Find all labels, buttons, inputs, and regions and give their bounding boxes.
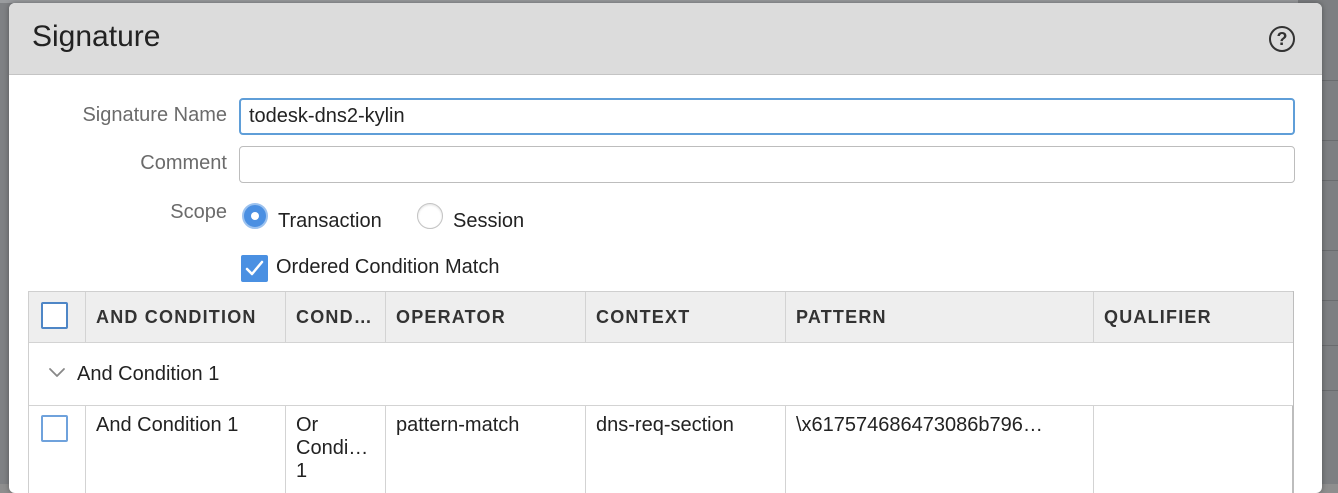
scope-label: Scope bbox=[170, 201, 227, 223]
cell-condition-line: 1 bbox=[296, 460, 308, 482]
comment-input[interactable] bbox=[239, 146, 1295, 183]
row-checkbox[interactable] bbox=[41, 415, 68, 442]
select-all-column bbox=[29, 292, 86, 342]
comment-label: Comment bbox=[140, 152, 227, 174]
row-select-cell bbox=[29, 406, 86, 493]
dialog-header: Signature ? bbox=[9, 3, 1322, 75]
group-label: And Condition 1 bbox=[77, 363, 220, 385]
signature-dialog: Signature ? Signature Name Comment Scope… bbox=[9, 3, 1322, 493]
help-circle-icon[interactable]: ? bbox=[1269, 26, 1295, 52]
signature-name-input[interactable] bbox=[239, 98, 1295, 135]
column-header-operator[interactable]: OPERATOR bbox=[386, 292, 586, 342]
column-header-pattern[interactable]: PATTERN bbox=[786, 292, 1094, 342]
scope-transaction-label[interactable]: Transaction bbox=[278, 210, 382, 233]
group-row[interactable]: And Condition 1 bbox=[29, 343, 1293, 406]
cell-and-condition: And Condition 1 bbox=[86, 406, 286, 493]
cell-condition: Or Condi… 1 bbox=[286, 406, 386, 493]
cell-pattern: \x617574686473086b796… bbox=[786, 406, 1094, 493]
cell-condition-line: Condi… bbox=[296, 437, 369, 459]
ordered-condition-match-checkbox[interactable] bbox=[241, 255, 268, 282]
cell-operator: pattern-match bbox=[386, 406, 586, 493]
scope-session-radio[interactable] bbox=[417, 203, 443, 229]
table-header: AND CONDITION COND… OPERATOR CONTEXT PAT… bbox=[29, 292, 1293, 343]
table-row[interactable]: And Condition 1 Or Condi… 1 pattern-matc… bbox=[29, 406, 1293, 493]
cell-condition-line: Or bbox=[296, 414, 319, 436]
ordered-condition-match-label: Ordered Condition Match bbox=[276, 256, 500, 278]
cell-context: dns-req-section bbox=[586, 406, 786, 493]
column-header-and-condition[interactable]: AND CONDITION bbox=[86, 292, 286, 342]
signature-name-label: Signature Name bbox=[82, 104, 227, 126]
scope-session-label[interactable]: Session bbox=[453, 210, 524, 233]
select-all-checkbox[interactable] bbox=[41, 302, 68, 329]
chevron-down-icon[interactable] bbox=[46, 361, 68, 383]
scope-transaction-radio[interactable] bbox=[242, 203, 268, 229]
column-header-qualifier[interactable]: QUALIFIER bbox=[1094, 292, 1293, 342]
checkmark-icon bbox=[245, 260, 264, 276]
column-header-context[interactable]: CONTEXT bbox=[586, 292, 786, 342]
cell-qualifier bbox=[1094, 406, 1293, 493]
conditions-table: AND CONDITION COND… OPERATOR CONTEXT PAT… bbox=[28, 291, 1294, 493]
dialog-title: Signature bbox=[32, 20, 161, 53]
column-header-condition[interactable]: COND… bbox=[286, 292, 386, 342]
